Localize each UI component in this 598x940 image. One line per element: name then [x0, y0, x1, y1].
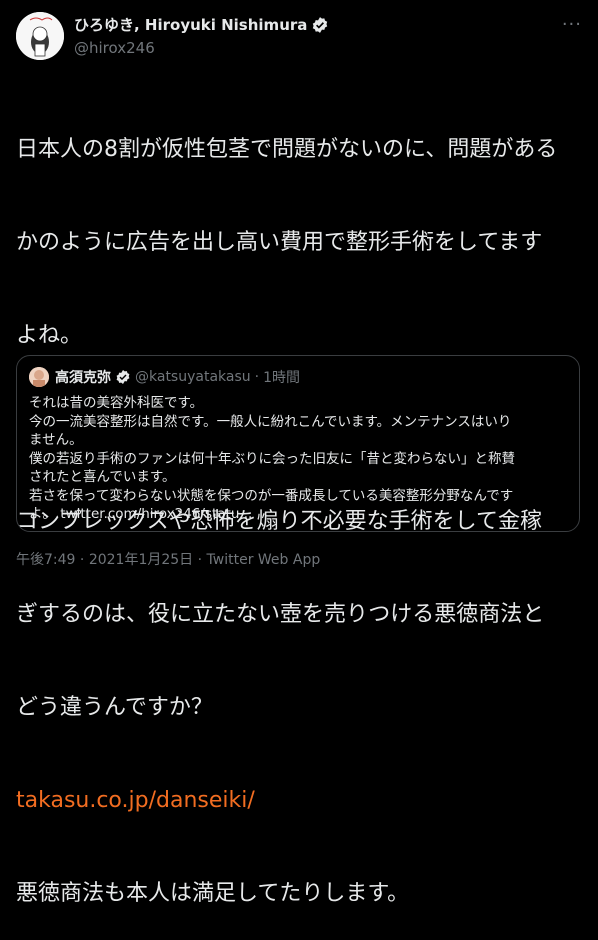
author-avatar[interactable]	[16, 12, 64, 60]
author-display-name[interactable]: ひろゆき, Hiroyuki Nishimura	[74, 14, 307, 35]
quoted-author-avatar	[29, 367, 49, 387]
tweet-time[interactable]: 午後7:49	[16, 552, 75, 568]
tweet-line: 日本人の8割が仮性包茎で問題がないのに、問題がある	[16, 137, 558, 162]
quoted-line: 僕の若返り手術のファンは何十年ぶりに会った旧友に「昔と変わらない」と称賛	[29, 450, 515, 467]
tweet-footer: 午後7:49 · 2021年1月25日 · Twitter Web App	[16, 549, 320, 569]
quoted-line: よ。 twitter.com/hirox246/statu...	[29, 506, 253, 522]
author-handle[interactable]: @hirox246	[74, 39, 329, 57]
verified-badge-icon	[311, 16, 329, 34]
quoted-tweet[interactable]: 高須克弥 @katsuyatakasu · 1時間 それは昔の美容外科医です。 …	[16, 355, 580, 532]
more-options-icon[interactable]: ···	[562, 14, 582, 35]
quoted-time: 1時間	[263, 370, 301, 386]
quoted-line: 若さを保って変わらない状態を保つのが一番成長している美容整形分野なんです	[29, 487, 514, 504]
tweet-date[interactable]: 2021年1月25日	[89, 552, 193, 568]
quoted-tweet-body: それは昔の美容外科医です。 今の一流美容整形は自然です。一般人に紛れこんでいます…	[29, 394, 569, 524]
tweet-link[interactable]: takasu.co.jp/danseiki/	[16, 785, 586, 816]
quoted-line: ません。	[29, 432, 83, 448]
footer-separator: ·	[79, 552, 85, 568]
tweet-line: どう違うんですか？	[16, 695, 213, 720]
footer-separator: ·	[197, 552, 203, 568]
quoted-line: されたと喜んでいます。	[29, 469, 176, 485]
quoted-verified-badge-icon	[115, 369, 131, 385]
tweet-line: よね。	[16, 323, 83, 348]
tweet-source-app[interactable]: Twitter Web App	[207, 552, 321, 568]
tweet-line: ぎするのは、役に立たない壺を売りつける悪徳商法と	[16, 602, 545, 627]
tweet-line: 悪徳商法も本人は満足してたりします。	[16, 881, 410, 906]
tweet-header: ひろゆき, Hiroyuki Nishimura @hirox246 ···	[16, 12, 582, 60]
quoted-author-handle: @katsuyatakasu	[135, 369, 251, 385]
tweet-line: かのように広告を出し高い費用で整形手術をしてます	[16, 230, 543, 255]
quoted-line: 今の一流美容整形は自然です。一般人に紛れこんでいます。メンテナンスはいり	[29, 413, 512, 430]
quoted-separator: ·	[254, 369, 260, 385]
quoted-author-name: 高須克弥	[55, 370, 111, 386]
quoted-line: それは昔の美容外科医です。	[29, 395, 204, 411]
